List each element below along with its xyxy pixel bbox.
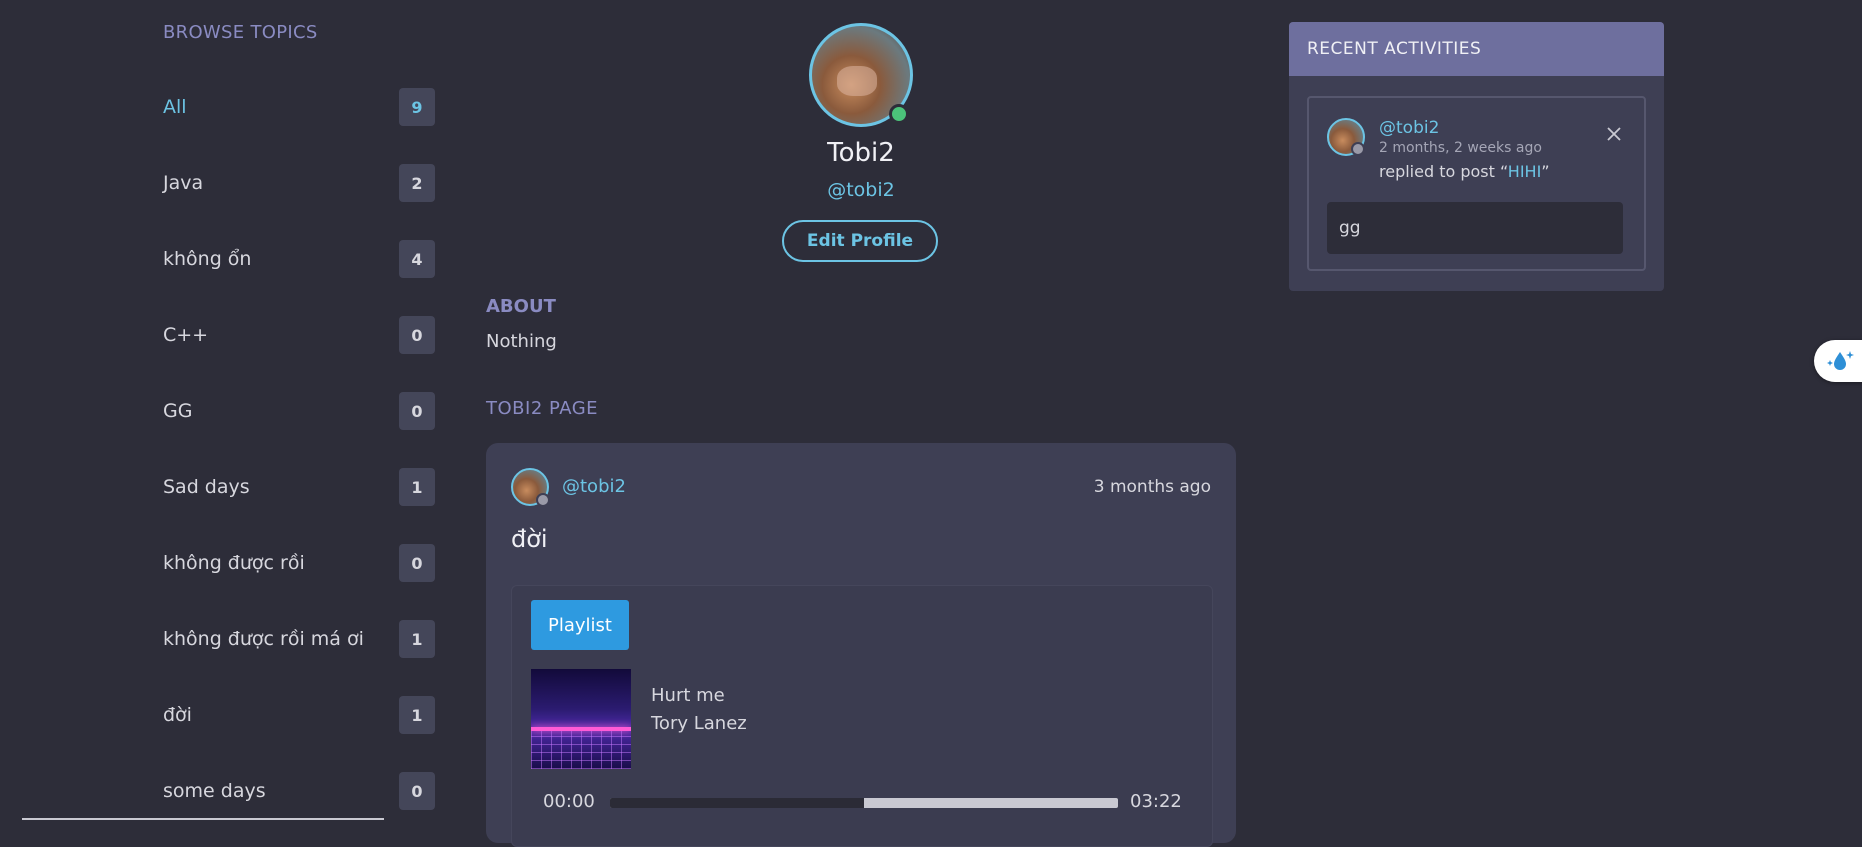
playlist-button[interactable]: Playlist — [531, 600, 629, 650]
topic-label: không được rồi — [163, 552, 305, 574]
activity-item: @tobi2 2 months, 2 weeks ago replied to … — [1307, 96, 1646, 271]
topic-count-badge: 4 — [399, 240, 435, 278]
topic-label: All — [163, 96, 187, 118]
activity-time: 2 months, 2 weeks ago — [1379, 140, 1542, 156]
topic-count-badge: 2 — [399, 164, 435, 202]
about-title: ABOUT — [486, 296, 556, 317]
post-timestamp: 3 months ago — [1093, 477, 1211, 497]
topic-label: C++ — [163, 324, 209, 346]
edit-profile-button[interactable]: Edit Profile — [782, 220, 938, 262]
browse-topics-sidebar: BROWSE TOPICS All 9 Java 2 không ổn 4 C+… — [163, 22, 435, 829]
topic-khong-on[interactable]: không ổn 4 — [163, 221, 435, 297]
online-status-dot — [889, 104, 909, 124]
topic-doi[interactable]: đời 1 — [163, 677, 435, 753]
topic-label: some days — [163, 780, 266, 802]
topic-all[interactable]: All 9 — [163, 69, 435, 145]
topic-label: GG — [163, 400, 193, 422]
activity-reply: gg — [1327, 202, 1623, 254]
profile-name: Tobi2 — [827, 138, 895, 168]
activity-text-suffix: ” — [1541, 162, 1550, 181]
topic-khong-duoc-roi[interactable]: không được rồi 0 — [163, 525, 435, 601]
profile-handle: @tobi2 — [827, 179, 895, 201]
track-artist: Tory Lanez — [651, 713, 747, 734]
status-dot — [1351, 142, 1365, 156]
post-card[interactable]: @tobi2 3 months ago đời Playlist Hurt me… — [486, 443, 1236, 847]
topic-count-badge: 9 — [399, 88, 435, 126]
current-time: 00:00 — [543, 791, 595, 812]
topic-count-badge: 1 — [399, 696, 435, 734]
music-player: Playlist Hurt me Tory Lanez 00:00 03:22 — [511, 585, 1213, 847]
topic-gg[interactable]: GG 0 — [163, 373, 435, 449]
track-title: Hurt me — [651, 685, 725, 706]
topic-count-badge: 0 — [399, 544, 435, 582]
post-title[interactable]: đời — [511, 525, 548, 553]
topic-count-badge: 0 — [399, 392, 435, 430]
activity-handle[interactable]: @tobi2 — [1379, 118, 1439, 138]
recent-activities-panel: RECENT ACTIVITIES @tobi2 2 months, 2 wee… — [1289, 22, 1664, 291]
topic-label: Sad days — [163, 476, 250, 498]
activity-text: replied to post “HIHI” — [1379, 162, 1550, 181]
topic-cpp[interactable]: C++ 0 — [163, 297, 435, 373]
status-dot — [536, 493, 550, 507]
post-author-handle[interactable]: @tobi2 — [562, 476, 626, 497]
topic-label: đời — [163, 704, 192, 726]
close-icon[interactable] — [1604, 124, 1624, 144]
topic-label: Java — [163, 172, 204, 194]
topic-label: không ổn — [163, 248, 252, 270]
user-page-title: TOBI2 PAGE — [486, 398, 599, 419]
album-cover — [531, 669, 631, 769]
total-time: 03:22 — [1130, 791, 1182, 812]
topic-label: không được rồi má ơi — [163, 628, 364, 650]
progress-bar[interactable] — [610, 798, 1118, 808]
activity-post-link[interactable]: HIHI — [1508, 162, 1542, 181]
topic-sad-days[interactable]: Sad days 1 — [163, 449, 435, 525]
recent-activities-title: RECENT ACTIVITIES — [1289, 22, 1664, 76]
droplet-sparkle-icon[interactable] — [1814, 340, 1862, 382]
about-text: Nothing — [486, 331, 557, 352]
sidebar-title: BROWSE TOPICS — [163, 22, 318, 43]
topic-count-badge: 1 — [399, 468, 435, 506]
progress-fill — [610, 798, 864, 808]
topic-count-badge: 1 — [399, 620, 435, 658]
topic-count-badge: 0 — [399, 772, 435, 810]
activity-text-prefix: replied to post “ — [1379, 162, 1508, 181]
topic-khong-duoc-roi-ma-oi[interactable]: không được rồi má ơi 1 — [163, 601, 435, 677]
topic-count-badge: 0 — [399, 316, 435, 354]
topic-java[interactable]: Java 2 — [163, 145, 435, 221]
